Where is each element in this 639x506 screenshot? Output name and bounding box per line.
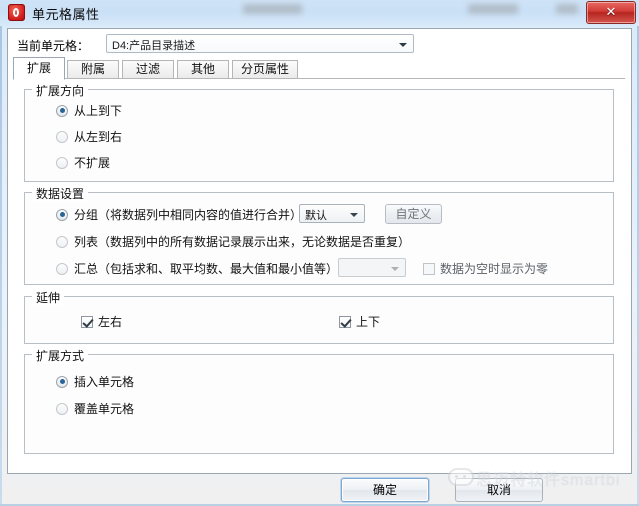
summary-function-combobox[interactable] bbox=[338, 258, 406, 277]
group-data-settings: 数据设置 分组（将数据列中相同内容的值进行合并） 默认 自定义 列表（数据列中的… bbox=[24, 185, 614, 285]
radio-overwrite-cell-label: 覆盖单元格 bbox=[74, 402, 135, 416]
tab-underline bbox=[13, 78, 625, 79]
radio-no-expand-label: 不扩展 bbox=[74, 156, 111, 170]
checkbox-vertical[interactable] bbox=[339, 315, 351, 328]
title-bar: 单元格属性 ✕ bbox=[0, 0, 639, 26]
chevron-down-icon bbox=[391, 267, 399, 271]
checkbox-vertical-label: 上下 bbox=[356, 315, 381, 329]
group-expand-direction-title: 扩展方向 bbox=[32, 82, 89, 99]
tab-extend[interactable]: 扩展 bbox=[13, 57, 65, 80]
check-row-horizontal[interactable]: 左右 bbox=[81, 313, 122, 330]
radio-summary[interactable] bbox=[56, 262, 68, 275]
checkbox-horizontal[interactable] bbox=[81, 315, 93, 328]
check-row-vertical[interactable]: 上下 bbox=[339, 313, 380, 330]
group-mode-value: 默认 bbox=[305, 210, 327, 222]
radio-insert-cell[interactable] bbox=[56, 375, 68, 388]
custom-button[interactable]: 自定义 bbox=[385, 204, 442, 224]
radio-no-expand[interactable] bbox=[56, 156, 68, 169]
group-mode-combobox[interactable]: 默认 bbox=[299, 204, 365, 223]
cell-properties-dialog: 单元格属性 ✕ 当前单元格： D4:产品目录描述 扩展 附属 过滤 其他 分页属… bbox=[0, 0, 639, 506]
radio-row-no-expand[interactable]: 不扩展 bbox=[56, 154, 110, 171]
radio-summary-label: 汇总（包括求和、取平均数、最大值和最小值等） bbox=[74, 262, 339, 276]
window-title: 单元格属性 bbox=[32, 7, 100, 22]
close-icon: ✕ bbox=[605, 4, 617, 19]
radio-group-label: 分组（将数据列中相同内容的值进行合并） bbox=[74, 208, 303, 222]
radio-left-to-right[interactable] bbox=[56, 130, 68, 143]
radio-overwrite-cell[interactable] bbox=[56, 402, 68, 415]
radio-top-to-bottom-label: 从上到下 bbox=[74, 104, 123, 118]
window-edge-left bbox=[0, 26, 2, 506]
group-expand-mode-title: 扩展方式 bbox=[32, 347, 89, 364]
current-cell-combobox[interactable]: D4:产品目录描述 bbox=[106, 34, 414, 53]
checkbox-horizontal-label: 左右 bbox=[98, 315, 123, 329]
blurred-region-2 bbox=[468, 4, 518, 14]
current-cell-value: D4:产品目录描述 bbox=[112, 40, 196, 52]
tab-strip: 扩展 附属 过滤 其他 分页属性 bbox=[13, 57, 625, 80]
checkbox-show-zero-label: 数据为空时显示为零 bbox=[440, 262, 549, 276]
ok-button[interactable]: 确定 bbox=[341, 478, 429, 502]
radio-row-top-to-bottom[interactable]: 从上到下 bbox=[56, 102, 122, 119]
radio-row-overwrite-cell[interactable]: 覆盖单元格 bbox=[56, 400, 134, 417]
current-cell-row: 当前单元格： D4:产品目录描述 bbox=[17, 34, 617, 55]
blurred-region-1 bbox=[243, 4, 302, 14]
tab-attached[interactable]: 附属 bbox=[67, 60, 119, 79]
group-expand-mode: 扩展方式 插入单元格 覆盖单元格 bbox=[24, 347, 614, 454]
app-icon bbox=[8, 4, 25, 21]
radio-list-label: 列表（数据列中的所有数据记录展示出来，无论数据是否重复） bbox=[74, 235, 411, 249]
radio-insert-cell-label: 插入单元格 bbox=[74, 375, 135, 389]
radio-row-list[interactable]: 列表（数据列中的所有数据记录展示出来，无论数据是否重复） bbox=[56, 233, 410, 250]
close-button[interactable]: ✕ bbox=[586, 1, 636, 24]
radio-left-to-right-label: 从左到右 bbox=[74, 130, 123, 144]
group-extend-title: 延伸 bbox=[32, 289, 65, 306]
group-extend: 延伸 左右 上下 bbox=[24, 289, 614, 344]
dialog-client-area: 当前单元格： D4:产品目录描述 扩展 附属 过滤 其他 分页属性 扩展方向 从… bbox=[7, 28, 632, 474]
chevron-down-icon bbox=[399, 43, 407, 47]
checkbox-show-zero[interactable] bbox=[423, 262, 435, 275]
current-cell-label: 当前单元格： bbox=[17, 39, 90, 53]
check-row-show-zero[interactable]: 数据为空时显示为零 bbox=[423, 260, 548, 277]
cancel-button[interactable]: 取消 bbox=[455, 478, 543, 502]
radio-row-summary[interactable]: 汇总（包括求和、取平均数、最大值和最小值等） bbox=[56, 260, 338, 277]
radio-group[interactable] bbox=[56, 208, 68, 221]
radio-top-to-bottom[interactable] bbox=[56, 104, 68, 117]
radio-row-insert-cell[interactable]: 插入单元格 bbox=[56, 373, 134, 390]
blurred-region-3 bbox=[556, 4, 578, 14]
group-expand-direction: 扩展方向 从上到下 从左到右 不扩展 bbox=[24, 82, 614, 182]
tab-other[interactable]: 其他 bbox=[177, 60, 229, 79]
tab-page-properties[interactable]: 分页属性 bbox=[232, 60, 298, 79]
radio-list[interactable] bbox=[56, 235, 68, 248]
radio-row-left-to-right[interactable]: 从左到右 bbox=[56, 128, 122, 145]
dialog-footer: 确定 取消 bbox=[0, 474, 639, 506]
group-data-settings-title: 数据设置 bbox=[32, 185, 89, 202]
tab-filter[interactable]: 过滤 bbox=[122, 60, 174, 79]
chevron-down-icon bbox=[350, 213, 358, 217]
radio-row-group[interactable]: 分组（将数据列中相同内容的值进行合并） bbox=[56, 206, 302, 223]
